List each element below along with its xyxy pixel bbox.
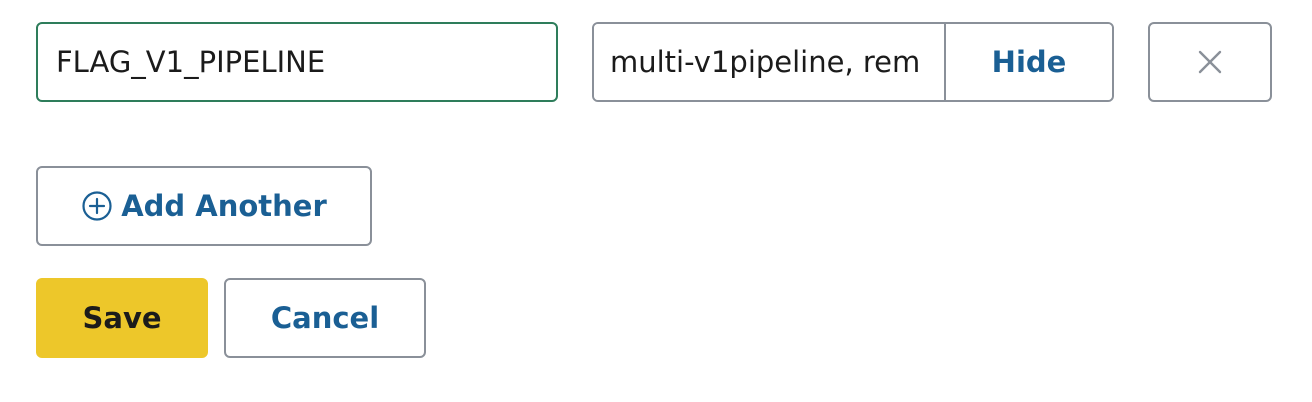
add-another-label: Add Another [121,189,327,223]
env-var-name-input[interactable] [36,22,558,102]
close-icon [1198,50,1222,74]
env-var-value-input[interactable] [594,24,946,100]
remove-env-var-button[interactable] [1148,22,1272,102]
cancel-button[interactable]: Cancel [224,278,426,358]
hide-button[interactable]: Hide [946,24,1112,100]
env-var-value-group: Hide [592,22,1114,102]
add-another-button[interactable]: Add Another [36,166,372,246]
save-button[interactable]: Save [36,278,208,358]
plus-circle-icon [82,191,112,221]
env-var-row: Hide [36,22,1272,102]
